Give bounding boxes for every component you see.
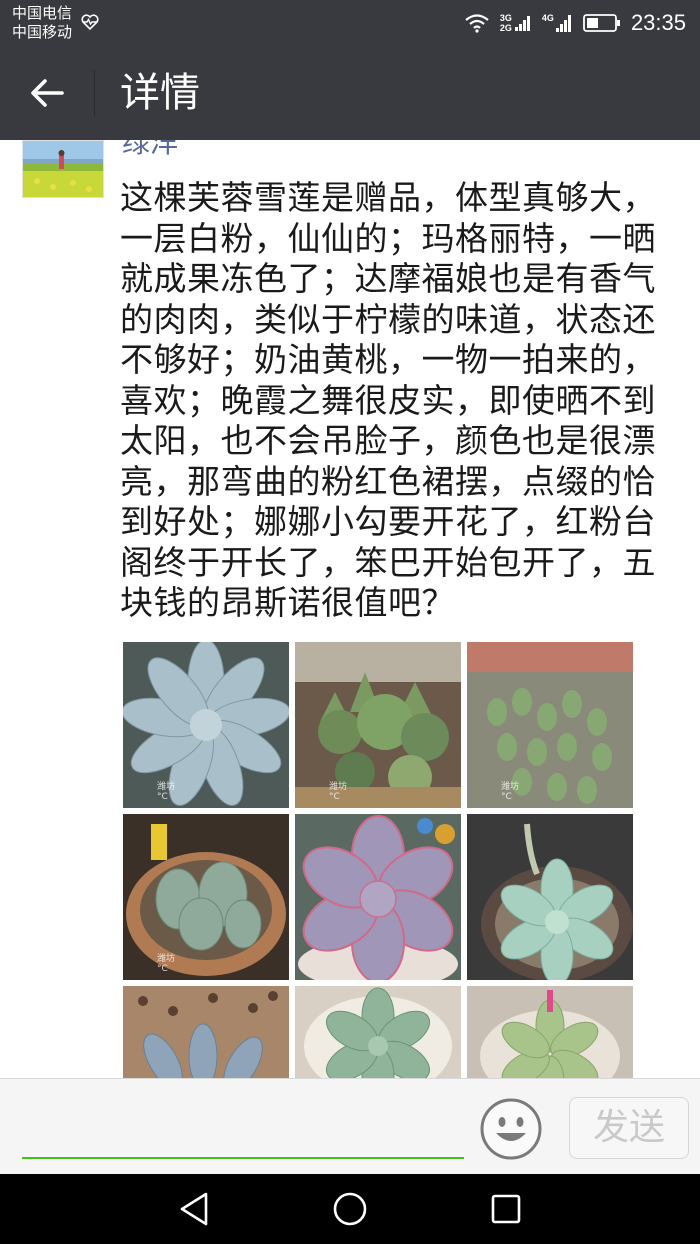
photo-watermark: 潍坊 °C: [157, 954, 176, 974]
system-nav-bar: [0, 1174, 700, 1244]
network-label-4g: 4G: [541, 13, 554, 23]
avatar[interactable]: [22, 140, 104, 198]
photo-1[interactable]: 潍坊 °C: [123, 642, 289, 808]
photo-watermark: 潍坊 °C: [157, 782, 176, 802]
comment-bar: 发送: [0, 1078, 700, 1174]
back-button[interactable]: [22, 70, 72, 116]
photo-6[interactable]: [467, 814, 633, 980]
avatar-image: [23, 141, 103, 197]
page-title: 详情: [120, 70, 200, 116]
signal-icon: [514, 16, 530, 31]
carrier-info: 中国电信 中国移动: [12, 4, 72, 42]
header-divider: [94, 70, 95, 116]
send-button[interactable]: 发送: [569, 1097, 689, 1159]
photo-7[interactable]: [123, 986, 289, 1078]
status-bar: 中国电信 中国移动 3G 2G 4G 23:35: [0, 0, 700, 46]
photo-8[interactable]: [295, 986, 461, 1078]
carrier-2: 中国移动: [12, 23, 73, 41]
photo-2[interactable]: 潍坊 °C: [295, 642, 461, 808]
post-text: 这棵芙蓉雪莲是赠品，体型真够大，一层白粉，仙仙的；玛格丽特，一晒就成果冻色了；达…: [120, 178, 656, 622]
photo-4[interactable]: 潍坊 °C: [123, 814, 289, 980]
input-underline: [22, 1157, 464, 1159]
status-time: 23:35: [630, 10, 686, 35]
photo-5[interactable]: [295, 814, 461, 980]
emoji-button[interactable]: [479, 1097, 543, 1161]
nav-back-button[interactable]: [172, 1187, 216, 1231]
photo-9[interactable]: [467, 986, 633, 1078]
nav-home-icon: [333, 1192, 367, 1226]
emoji-icon: [480, 1098, 542, 1160]
photo-watermark: 潍坊 °C: [329, 782, 348, 802]
app-header: 详情: [0, 46, 700, 140]
comment-input[interactable]: [22, 1103, 464, 1143]
photo-3[interactable]: 潍坊 °C: [467, 642, 633, 808]
battery-icon: [583, 14, 620, 32]
post-username[interactable]: 绿洋: [122, 140, 178, 160]
network-type-4g: 4G: [542, 13, 573, 33]
signal-icon: [555, 15, 571, 32]
network-label-2g: 2G: [499, 23, 512, 33]
status-indicators: 3G 2G 4G 23:35: [464, 0, 686, 46]
back-arrow-icon: [31, 79, 64, 107]
network-label-3g: 3G: [499, 13, 512, 23]
nav-recents-icon: [491, 1194, 521, 1224]
nav-back-icon: [180, 1192, 208, 1226]
wifi-icon: [465, 14, 489, 33]
heart-rate-icon: [81, 14, 99, 31]
post-detail: 绿洋 这棵芙蓉雪莲是赠品，体型真够大，一层白粉，仙仙的；玛格丽特，一晒就成果冻色…: [0, 140, 700, 1078]
nav-recents-button[interactable]: [484, 1187, 528, 1231]
network-type-3g2g: 3G 2G: [500, 13, 532, 33]
carrier-1: 中国电信: [12, 4, 73, 22]
nav-home-button[interactable]: [328, 1187, 372, 1231]
photo-watermark: 潍坊 °C: [501, 782, 520, 802]
